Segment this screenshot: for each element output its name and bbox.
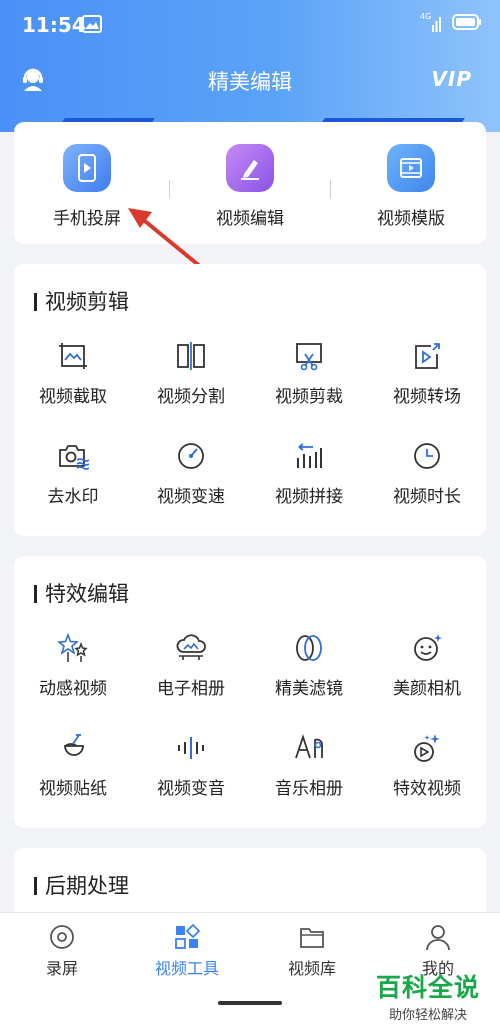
waveform-icon — [178, 737, 204, 759]
tool-label: 视频贴纸 — [39, 779, 107, 799]
tool-video-speed[interactable]: 视频变速 — [132, 440, 250, 507]
transition-icon — [415, 343, 440, 369]
gallery-notification-icon — [82, 15, 102, 37]
tab-video-tools[interactable]: 视频工具 — [137, 923, 237, 979]
phone-cast-icon — [63, 144, 111, 192]
tab-label: 录屏 — [45, 959, 78, 978]
section-title-text: 特效编辑 — [45, 582, 129, 606]
section-title-text: 后期处理 — [45, 874, 129, 898]
tool-video-duration[interactable]: 视频时长 — [368, 440, 486, 507]
watermark-subtitle: 助你轻松解决 — [389, 1008, 468, 1023]
vip-button[interactable]: VIP — [431, 67, 472, 91]
bars-merge-icon — [297, 443, 322, 468]
tab-label: 视频库 — [287, 959, 336, 978]
tool-label: 视频截取 — [39, 387, 107, 407]
clock-icon — [414, 443, 440, 469]
tool-remove-watermark[interactable]: 去水印 — [14, 440, 132, 507]
sticker-icon — [64, 734, 84, 756]
speedometer-icon — [178, 443, 204, 469]
tool-filters[interactable]: 精美滤镜 — [250, 632, 368, 699]
tool-label: 特效视频 — [393, 779, 461, 799]
tool-label: 美颜相机 — [393, 679, 461, 699]
watermark: 百科全说 助你轻松解决 — [376, 968, 480, 1023]
tool-label: 电子相册 — [157, 679, 225, 699]
nav-bar: 精美编辑 VIP — [0, 52, 500, 108]
tool-video-sticker[interactable]: 视频贴纸 — [14, 732, 132, 799]
tool-label: 精美滤镜 — [275, 679, 343, 699]
section-title-text: 视频剪辑 — [45, 290, 129, 314]
split-icon — [177, 342, 205, 370]
divider — [330, 180, 331, 198]
tool-e-album[interactable]: 电子相册 — [132, 632, 250, 699]
tab-record[interactable]: 录屏 — [12, 923, 112, 979]
tool-beauty-camera[interactable]: 美颜相机 — [368, 632, 486, 699]
status-time: 11:54 — [22, 13, 86, 37]
camera-watermark-icon — [59, 445, 89, 470]
pencil-edit-icon — [226, 144, 274, 192]
tool-video-transition[interactable]: 视频转场 — [368, 340, 486, 407]
tools-grid-icon — [175, 923, 201, 949]
tool-effect-video[interactable]: 特效视频 — [368, 732, 486, 799]
video-template-icon — [387, 144, 435, 192]
tab-video-library[interactable]: 视频库 — [262, 923, 362, 979]
section-effects: 特效编辑 动感视频 电子相册 精美滤镜 美颜相机 视频贴纸 视频变音 音乐相册 … — [14, 556, 486, 828]
section-title: 视频剪辑 — [34, 286, 129, 316]
tool-label: 视频分割 — [157, 387, 225, 407]
record-icon — [50, 925, 74, 949]
tool-dynamic-video[interactable]: 动感视频 — [14, 632, 132, 699]
page-title: 精美编辑 — [208, 70, 292, 94]
face-sparkle-icon — [414, 634, 442, 661]
person-icon — [426, 925, 450, 951]
status-right: 4G — [420, 12, 482, 34]
tool-video-crop[interactable]: 视频剪裁 — [250, 340, 368, 407]
folder-icon — [300, 928, 324, 948]
cloud-album-icon — [176, 634, 206, 660]
section-title: 后期处理 — [34, 870, 129, 900]
divider — [169, 180, 170, 198]
filter-rings-icon — [296, 635, 322, 661]
home-indicator[interactable] — [218, 1001, 282, 1005]
crop-image-icon — [59, 343, 87, 369]
scissors-screen-icon — [296, 343, 322, 371]
tool-music-album[interactable]: 音乐相册 — [250, 732, 368, 799]
tool-label: 视频剪裁 — [275, 387, 343, 407]
signal-icon: 4G — [420, 12, 442, 33]
top-tools-card: 手机投屏 视频编辑 视频模版 — [14, 122, 486, 244]
tool-label: 视频转场 — [393, 387, 461, 407]
stars-icon — [57, 632, 88, 662]
tab-label: 视频工具 — [154, 959, 219, 978]
tool-label: 视频变速 — [157, 487, 225, 507]
tool-voice-change[interactable]: 视频变音 — [132, 732, 250, 799]
network-label: 4G — [420, 12, 432, 21]
tool-label: 动感视频 — [39, 679, 107, 699]
tool-label: 去水印 — [47, 487, 99, 507]
effect-video-icon — [414, 734, 440, 762]
battery-icon — [452, 14, 482, 34]
tool-video-template[interactable]: 视频模版 — [336, 122, 486, 244]
music-album-icon — [295, 734, 323, 759]
watermark-title: 百科全说 — [376, 973, 481, 1002]
section-title: 特效编辑 — [34, 578, 129, 608]
section-video-clip: 视频剪辑 视频截取 视频分割 视频剪裁 视频转场 去水印 视频变速 视频拼接 视… — [14, 264, 486, 536]
tool-label: 视频模版 — [377, 209, 445, 229]
tool-video-capture[interactable]: 视频截取 — [14, 340, 132, 407]
tool-label: 视频时长 — [393, 487, 461, 507]
tool-label: 视频拼接 — [275, 487, 343, 507]
tool-video-merge[interactable]: 视频拼接 — [250, 440, 368, 507]
tool-video-split[interactable]: 视频分割 — [132, 340, 250, 407]
tool-label: 视频变音 — [157, 779, 225, 799]
tool-label: 音乐相册 — [275, 779, 343, 799]
status-bar: 11:54 4G — [0, 0, 500, 52]
